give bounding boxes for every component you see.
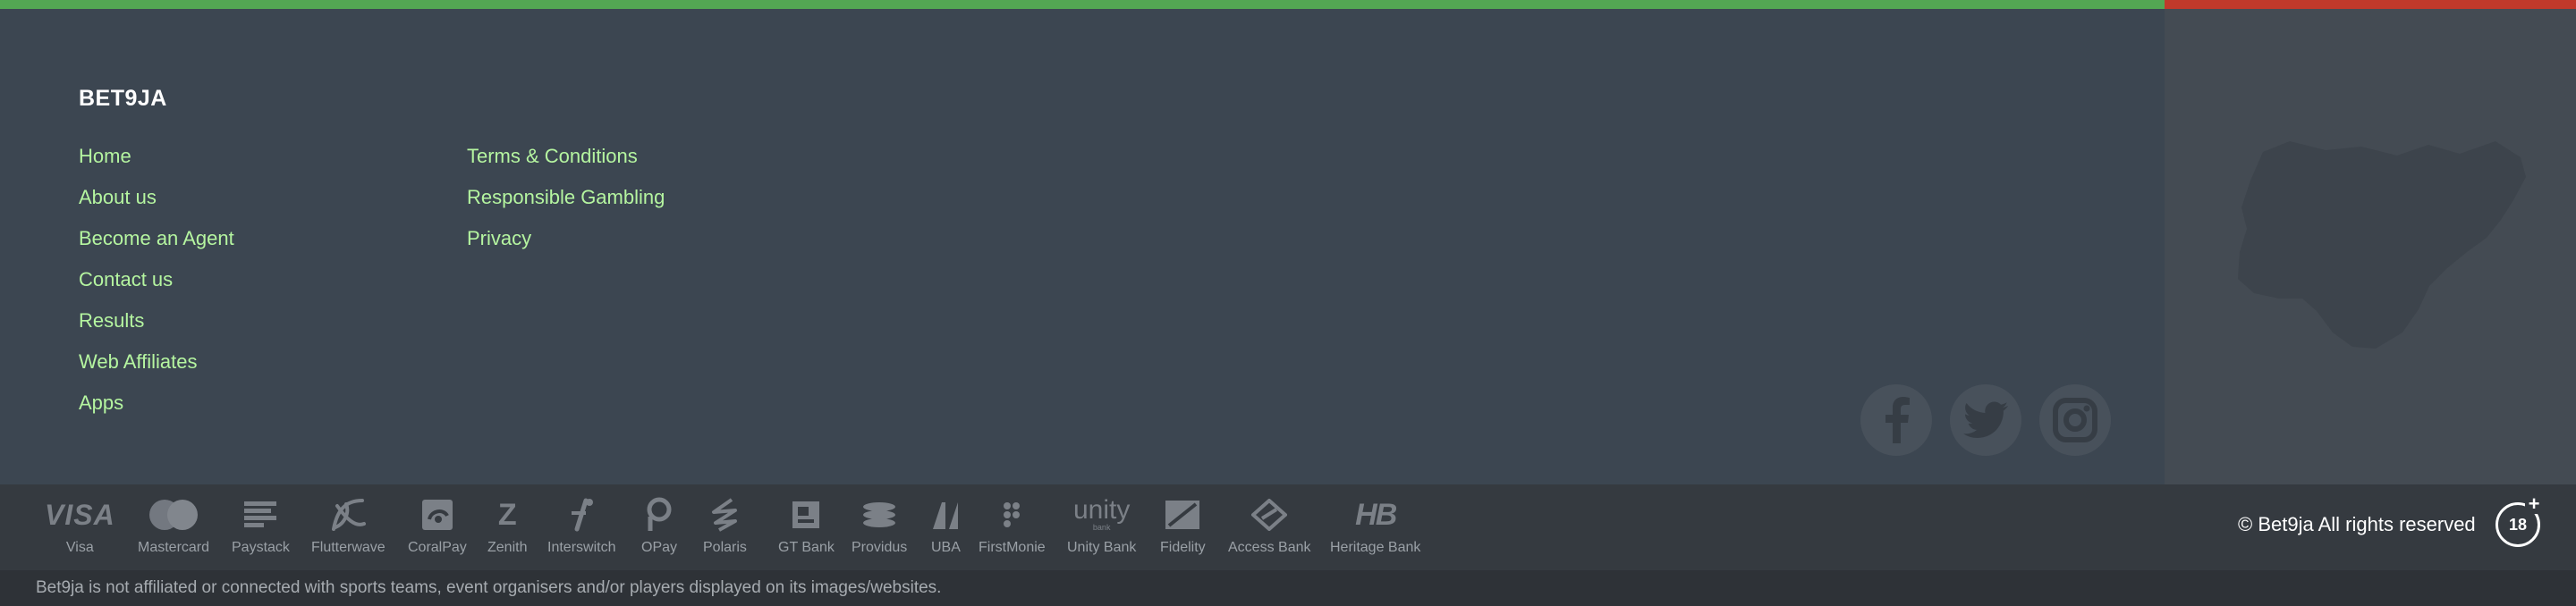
uba-icon: [931, 497, 960, 533]
mastercard-icon: [146, 497, 201, 533]
payment-label: Heritage Bank: [1330, 540, 1421, 555]
footer-link-about-us[interactable]: About us: [79, 184, 234, 225]
providus-icon: [861, 497, 897, 533]
payment-label: Polaris: [703, 540, 747, 555]
footer-links-legal: Terms & Conditions Responsible Gambling …: [467, 143, 665, 266]
twitter-icon: [1950, 384, 2021, 456]
payment-label: Zenith: [487, 540, 528, 555]
footer-link-results[interactable]: Results: [79, 307, 234, 349]
fidelity-icon: [1164, 497, 1201, 533]
footer-link-terms[interactable]: Terms & Conditions: [467, 143, 665, 184]
payment-coralpay: CoralPay: [408, 497, 467, 556]
payment-label: Visa: [65, 540, 94, 555]
footer-link-home[interactable]: Home: [79, 143, 234, 184]
heritage-bank-icon: HB: [1355, 497, 1397, 532]
payment-polaris: Polaris: [703, 497, 747, 556]
instagram-link[interactable]: [2039, 384, 2111, 456]
footer-link-apps[interactable]: Apps: [79, 390, 234, 431]
polaris-icon: [708, 497, 741, 533]
instagram-icon: [2039, 384, 2111, 456]
payment-label: FirstMonie: [979, 540, 1046, 555]
interswitch-icon: [566, 497, 597, 533]
payment-firstmonie: FirstMonie: [979, 497, 1046, 556]
disclaimer-bar: Bet9ja is not affiliated or connected wi…: [0, 570, 2576, 606]
footer-brand-title: BET9JA: [79, 86, 167, 111]
payment-access-bank: Access Bank: [1228, 497, 1310, 556]
footer-link-web-affiliates[interactable]: Web Affiliates: [79, 349, 234, 390]
payment-label: Access Bank: [1228, 540, 1311, 555]
twitter-link[interactable]: [1950, 384, 2021, 456]
payment-label: Paystack: [232, 540, 290, 555]
payment-opay: OPay: [641, 497, 677, 556]
plus-icon: +: [2525, 494, 2543, 514]
footer-links-primary: Home About us Become an Agent Contact us…: [79, 143, 234, 431]
footer-main: [0, 9, 2165, 484]
age-restriction-badge: 18 +: [2496, 494, 2543, 547]
accent-red: [2165, 0, 2576, 9]
payment-label: UBA: [931, 540, 961, 555]
facebook-link[interactable]: [1860, 384, 1932, 456]
payment-heritage-bank: HB Heritage Bank: [1330, 497, 1420, 556]
flutterwave-icon: [328, 497, 368, 533]
payment-label: OPay: [641, 540, 678, 555]
payment-methods-bar: VISA Visa Mastercard Paystack Flutterwav…: [0, 484, 2576, 570]
payment-uba: UBA: [931, 497, 961, 556]
payment-providus: Providus: [852, 497, 907, 556]
access-bank-icon: [1251, 497, 1288, 533]
payment-interswitch: Interswitch: [547, 497, 615, 556]
paystack-icon: [242, 497, 278, 533]
payment-label: Interswitch: [547, 540, 616, 555]
opay-icon: [645, 497, 674, 533]
age-badge-number: 18: [2508, 515, 2528, 534]
top-accent-bar: [0, 0, 2576, 9]
payment-fidelity: Fidelity: [1160, 497, 1206, 556]
payment-label: Mastercard: [138, 540, 210, 555]
payment-paystack: Paystack: [232, 497, 290, 556]
payment-label: Providus: [852, 540, 908, 555]
payment-gtbank: GT Bank: [778, 497, 835, 556]
payment-mastercard: Mastercard: [138, 497, 209, 556]
copyright-text: © Bet9ja All rights reserved: [2238, 513, 2476, 535]
accent-green: [0, 0, 2165, 9]
coralpay-icon: [420, 497, 454, 533]
footer-link-contact-us[interactable]: Contact us: [79, 266, 234, 307]
firstmonie-icon: [1000, 497, 1023, 533]
gtbank-icon: [791, 497, 821, 533]
payment-label: Fidelity: [1160, 540, 1206, 555]
payment-label: GT Bank: [778, 540, 835, 555]
nigeria-map-icon: [2227, 134, 2531, 389]
visa-icon: VISA: [45, 498, 115, 531]
footer-link-become-agent[interactable]: Become an Agent: [79, 225, 234, 266]
unity-bank-icon: unity bank: [1073, 495, 1131, 533]
disclaimer-text: Bet9ja is not affiliated or connected wi…: [36, 578, 942, 597]
payment-unity-bank: unity bank Unity Bank: [1067, 497, 1136, 556]
payment-label: Flutterwave: [311, 540, 386, 555]
payment-zenith: Z Zenith: [487, 497, 527, 556]
payment-label: Unity Bank: [1067, 540, 1137, 555]
payment-flutterwave: Flutterwave: [311, 497, 386, 556]
facebook-icon: [1860, 384, 1932, 456]
zenith-icon: Z: [497, 497, 517, 532]
footer-link-privacy[interactable]: Privacy: [467, 225, 665, 266]
payment-visa: VISA Visa: [45, 497, 115, 556]
footer-link-responsible-gambling[interactable]: Responsible Gambling: [467, 184, 665, 225]
payment-label: CoralPay: [408, 540, 467, 555]
